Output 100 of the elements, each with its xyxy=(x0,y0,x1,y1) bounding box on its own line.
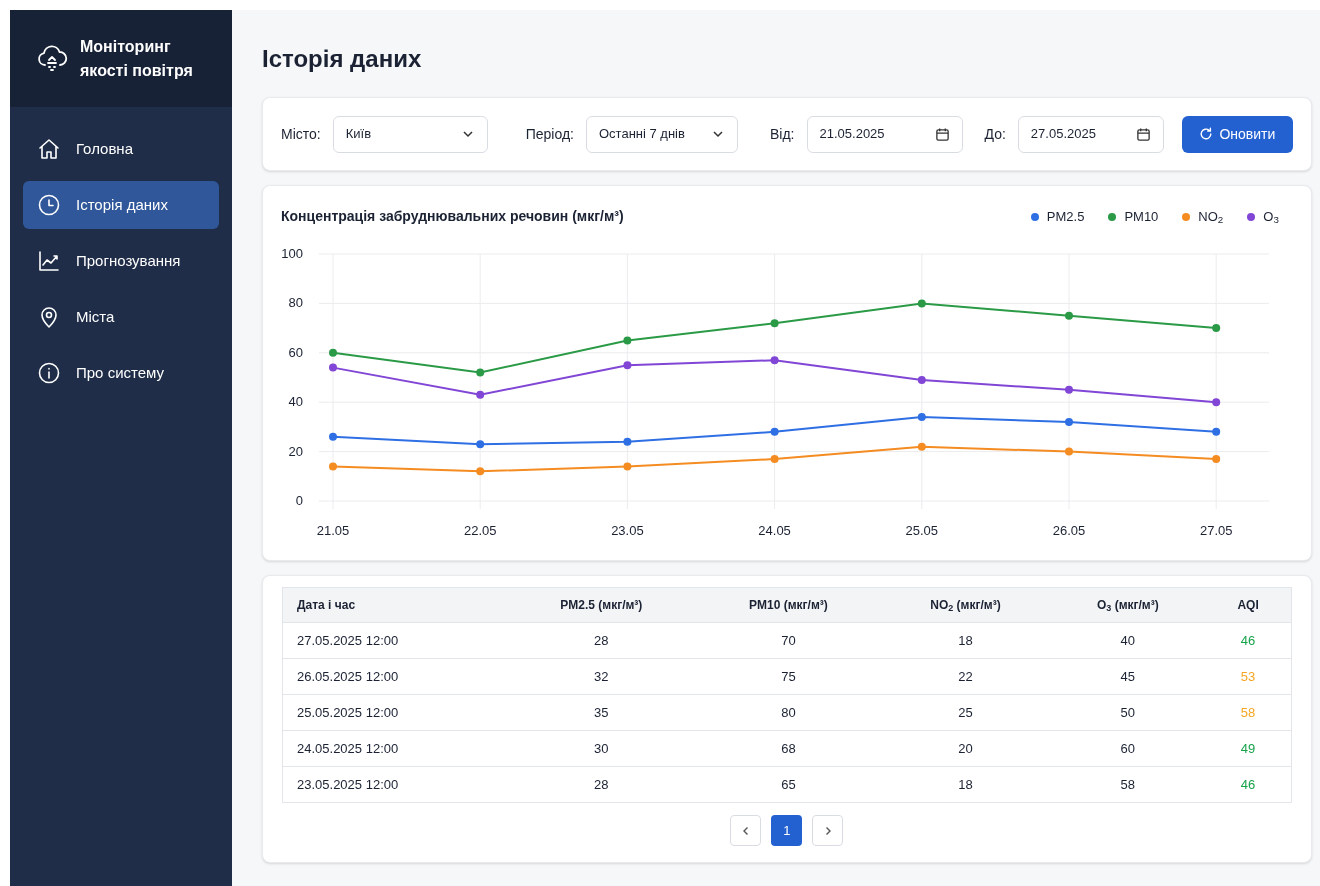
table-cell: 18 xyxy=(880,622,1051,659)
point xyxy=(1212,324,1221,333)
axis-label: 80 xyxy=(288,295,303,311)
point xyxy=(770,427,779,436)
table-cell: 27.05.2025 12:00 xyxy=(282,622,507,659)
nav-item[interactable]: Про систему xyxy=(23,349,219,397)
table-cell: 50 xyxy=(1050,694,1206,731)
previous-page-button[interactable] xyxy=(730,815,762,846)
refresh-icon xyxy=(1199,127,1214,141)
next-page-button[interactable] xyxy=(812,815,844,846)
table-cell: 26.05.2025 12:00 xyxy=(282,658,507,695)
point xyxy=(476,440,485,449)
column-header: AQI xyxy=(1205,587,1292,623)
date-field[interactable]: 27.05.2025 xyxy=(1017,115,1164,153)
legend-label: PM2.5 xyxy=(1046,207,1085,226)
axis-label: 27.05 xyxy=(1199,523,1233,538)
table-cell: 58 xyxy=(1205,694,1292,731)
info-icon xyxy=(37,361,61,385)
point xyxy=(476,368,485,377)
column-header: O$_{3}$ (мкг/м³) xyxy=(1050,587,1206,623)
point xyxy=(1065,385,1073,394)
point xyxy=(1212,398,1221,407)
point xyxy=(917,375,926,384)
table-cell: 23.05.2025 12:00 xyxy=(282,766,507,803)
table-cell: 70 xyxy=(696,622,881,659)
table-cell: 60 xyxy=(1050,730,1206,767)
axis-label: 100 xyxy=(281,246,303,261)
point xyxy=(476,390,485,399)
chart-title: Концентрація забруднювальних речовин (мкг/м³) xyxy=(281,207,624,226)
nav-item[interactable]: Історія даних xyxy=(23,181,219,229)
point xyxy=(1065,417,1073,426)
table-cell: 49 xyxy=(1205,730,1292,767)
table-cell: 30 xyxy=(506,730,697,767)
axis-label: 21.05 xyxy=(316,523,350,538)
calendar-icon xyxy=(1135,126,1151,142)
dropdown[interactable]: Останні 7 днів xyxy=(586,115,738,153)
table-cell: 80 xyxy=(696,694,881,731)
table-cell: 32 xyxy=(506,658,697,695)
table-cell: 22 xyxy=(880,658,1051,695)
filter-label: Місто: xyxy=(281,124,321,144)
point xyxy=(329,348,337,357)
calendar-icon xyxy=(934,126,950,142)
app-title: Моніторинг якості повітря xyxy=(80,36,193,81)
table-cell: 75 xyxy=(696,658,881,695)
axis-label: 25.05 xyxy=(905,523,939,538)
table-cell: 45 xyxy=(1050,658,1206,695)
home-icon xyxy=(37,137,61,161)
legend-label: O$_{3}$ xyxy=(1263,207,1279,227)
nav-item[interactable]: Міста xyxy=(23,293,219,341)
point xyxy=(770,455,779,464)
axis-label: 20 xyxy=(288,443,303,459)
point xyxy=(623,437,632,446)
point xyxy=(329,462,337,471)
chart-icon xyxy=(37,249,61,273)
table-cell: 46 xyxy=(1205,766,1292,803)
axis-label: 22.05 xyxy=(463,523,497,538)
table-cell: 40 xyxy=(1050,622,1206,659)
table-cell: 24.05.2025 12:00 xyxy=(282,730,507,767)
point xyxy=(623,361,632,370)
column-header: PM2.5 (мкг/м³) xyxy=(506,587,697,623)
legend-label: PM10 xyxy=(1124,207,1159,226)
filter-label: Період: xyxy=(525,124,574,144)
axis-label: 24.05 xyxy=(758,523,791,538)
table-cell: 18 xyxy=(880,766,1051,803)
refresh-button[interactable]: Оновити xyxy=(1181,115,1293,153)
column-header: Дата і час xyxy=(282,587,507,623)
table-cell: 25 xyxy=(880,694,1051,731)
page-button[interactable]: 1 xyxy=(771,815,803,846)
point xyxy=(770,356,779,365)
table-cell: 53 xyxy=(1205,658,1292,695)
table-cell: 20 xyxy=(880,730,1051,767)
table-cell: 46 xyxy=(1205,622,1292,659)
dropdown[interactable]: Київ xyxy=(332,115,488,153)
axis-label: 0 xyxy=(295,493,303,508)
table-cell: 25.05.2025 12:00 xyxy=(282,694,507,731)
point xyxy=(476,467,485,476)
point xyxy=(1212,427,1221,436)
point xyxy=(917,413,926,422)
legend-label: NO$_{2}$ xyxy=(1198,207,1224,227)
page-title: Історія даних xyxy=(262,44,423,74)
point xyxy=(1065,447,1073,456)
nav-item[interactable]: Головна xyxy=(23,125,219,173)
table-cell: 35 xyxy=(506,694,697,731)
point xyxy=(770,319,779,328)
filter-label: До: xyxy=(984,124,1006,144)
point xyxy=(917,442,926,451)
table-cell: 68 xyxy=(696,730,881,767)
axis-label: 60 xyxy=(288,344,303,360)
axis-label: 23.05 xyxy=(611,523,644,538)
column-header: NO$_{2}$ (мкг/м³) xyxy=(880,587,1051,623)
date-field[interactable]: 21.05.2025 xyxy=(806,115,963,153)
point xyxy=(329,363,337,372)
axis-label: 26.05 xyxy=(1052,523,1086,538)
point xyxy=(623,462,632,471)
point xyxy=(329,432,337,441)
nav-item[interactable]: Прогнозування xyxy=(23,237,219,285)
point xyxy=(1212,455,1221,464)
axis-label: 40 xyxy=(288,394,303,410)
column-header: PM10 (мкг/м³) xyxy=(696,587,881,623)
table-cell: 28 xyxy=(506,766,697,803)
